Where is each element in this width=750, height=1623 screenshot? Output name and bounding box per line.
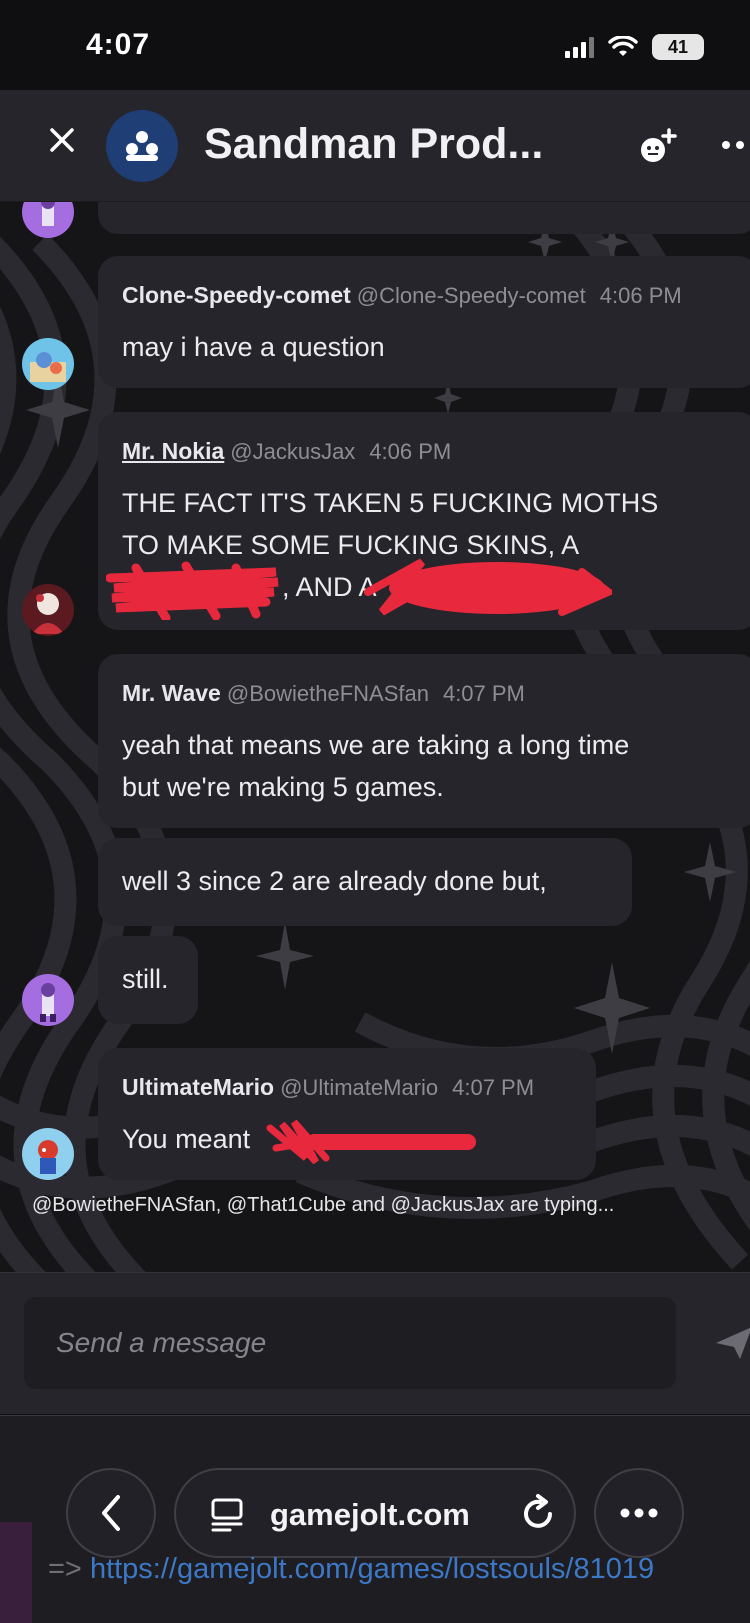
message-bubble[interactable]: UltimateMario @UltimateMario 4:07 PM You m… (98, 1048, 596, 1180)
redaction-scribble (364, 558, 612, 616)
message-bubble[interactable]: well 3 since 2 are already done but, (98, 838, 632, 926)
message-text: may i have a question (122, 332, 385, 362)
message-username[interactable]: Clone-Speedy-comet (122, 282, 351, 308)
message-username[interactable]: Mr. Nokia (122, 438, 224, 464)
status-icons: 41 (565, 34, 704, 60)
send-icon[interactable] (714, 1323, 750, 1363)
link-overlay: => https://gamejolt.com/games/lostsouls/… (48, 1553, 654, 1586)
message-username[interactable]: Mr. Wave (122, 680, 221, 706)
message-text: yeah that means we are taking a long tim… (122, 730, 630, 802)
message-time: 4:07 PM (452, 1075, 535, 1100)
page-settings-icon (211, 1498, 243, 1532)
message-text: still. (122, 964, 169, 994)
message-handle: @UltimateMario (280, 1075, 439, 1100)
message-input[interactable] (24, 1297, 676, 1389)
message-username[interactable]: UltimateMario (122, 1074, 274, 1100)
typing-indicator: @BowietheFNASfan, @That1Cube and @Jackus… (32, 1194, 615, 1216)
chat-message-list[interactable]: Clone-Speedy-comet @Clone-Speedy-comet 4:0… (0, 202, 750, 1272)
reload-icon[interactable] (518, 1494, 558, 1534)
back-button[interactable] (66, 1468, 156, 1558)
battery-icon: 41 (652, 34, 704, 60)
redaction-scribble (266, 1119, 476, 1165)
message-handle: @BowietheFNASfan (226, 681, 429, 706)
message-bubble[interactable]: Mr. Wave @BowietheFNASfan 4:07 PM yeah tha… (98, 654, 750, 828)
previous-message-bubble (98, 202, 750, 234)
game-link[interactable]: https://gamejolt.com/games/lostsouls/810… (90, 1553, 654, 1585)
more-icon (620, 1508, 658, 1518)
message-composer (0, 1272, 750, 1414)
message-bubble[interactable]: still. (98, 936, 198, 1024)
chat-header: Sandman Prod... (0, 90, 750, 202)
browser-toolbar: gamejolt.com (0, 1415, 750, 1623)
chevron-left-icon (102, 1495, 120, 1531)
arrow-text: => (48, 1553, 82, 1585)
message-time: 4:06 PM (369, 439, 452, 464)
message-handle: @Clone-Speedy-comet (356, 283, 586, 308)
address-domain: gamejolt.com (270, 1497, 470, 1532)
message-time: 4:06 PM (599, 283, 682, 308)
user-avatar-mr-wave[interactable] (22, 974, 74, 1026)
close-button[interactable] (42, 120, 82, 160)
address-bar[interactable]: gamejolt.com (174, 1468, 576, 1558)
status-bar: 4:07 41 (0, 0, 750, 90)
group-icon (126, 131, 158, 161)
close-icon (50, 128, 74, 152)
message-bubble[interactable]: Clone-Speedy-comet @Clone-Speedy-comet 4:0… (98, 256, 750, 388)
user-avatar-ultimatemario[interactable] (22, 1128, 74, 1180)
browser-menu-button[interactable] (594, 1468, 684, 1558)
more-icon[interactable] (720, 130, 750, 160)
message-time: 4:07 PM (442, 681, 525, 706)
message-text: You meant (122, 1124, 251, 1154)
group-avatar[interactable] (106, 110, 178, 182)
cellular-signal-icon (565, 36, 594, 58)
redaction-scribble (106, 561, 279, 620)
status-time: 4:07 (86, 28, 151, 61)
wifi-icon (608, 36, 638, 56)
chat-title: Sandman Prod... (204, 120, 544, 168)
user-avatar-clone-speedy-comet[interactable] (22, 338, 74, 390)
user-avatar-mr-nokia[interactable] (22, 584, 74, 636)
message-text: well 3 since 2 are already done but, (122, 866, 547, 896)
add-member-icon[interactable] (636, 124, 680, 168)
message-handle: @JackusJax (230, 439, 356, 464)
tab-thumbnail[interactable] (0, 1522, 32, 1623)
message-bubble[interactable]: Mr. Nokia @JackusJax 4:06 PM THE FACT IT'S… (98, 412, 750, 630)
